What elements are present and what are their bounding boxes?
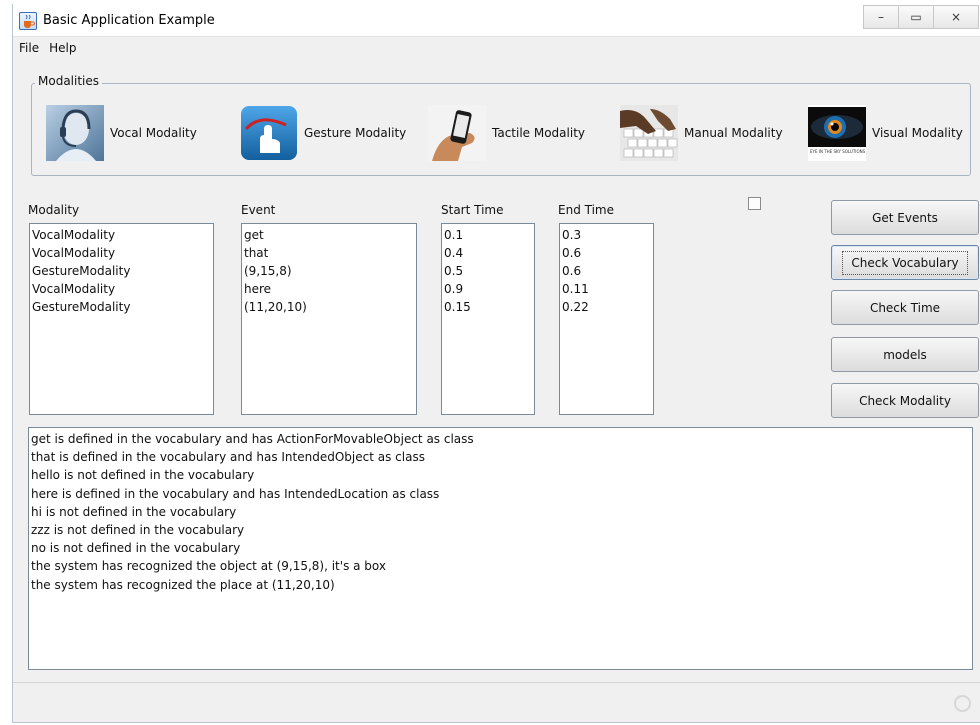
output-line: the system has recognized the place at (… — [31, 577, 335, 592]
start-time-column-header: Start Time — [441, 203, 504, 217]
modality-vocal[interactable]: Vocal Modality — [46, 105, 197, 161]
list-item[interactable]: 0.1 — [444, 226, 532, 244]
start-time-list[interactable]: 0.1 0.4 0.5 0.9 0.15 — [441, 223, 535, 415]
list-item[interactable]: 0.6 — [562, 244, 651, 262]
list-item[interactable]: 0.3 — [562, 226, 651, 244]
list-item[interactable]: VocalModality — [32, 226, 211, 244]
list-item[interactable]: 0.9 — [444, 280, 532, 298]
list-item[interactable]: 0.6 — [562, 262, 651, 280]
list-item[interactable]: VocalModality — [32, 244, 211, 262]
modalities-legend: Modalities — [35, 74, 103, 88]
menu-bar: File Help — [13, 38, 980, 58]
application-window: Basic Application Example – ▭ × File Hel… — [12, 4, 980, 723]
menu-help[interactable]: Help — [49, 41, 76, 55]
output-line: hi is not defined in the vocabulary — [31, 504, 237, 519]
list-item[interactable]: VocalModality — [32, 280, 211, 298]
list-item[interactable]: 0.11 — [562, 280, 651, 298]
list-item[interactable]: get — [244, 226, 414, 244]
touch-hand-icon — [240, 105, 298, 161]
list-item[interactable]: GestureModality — [32, 262, 211, 280]
modality-column-header: Modality — [28, 203, 80, 217]
menu-file[interactable]: File — [19, 41, 39, 55]
option-checkbox[interactable] — [748, 197, 761, 210]
busy-indicator-icon — [954, 695, 971, 712]
list-item[interactable]: 0.4 — [444, 244, 532, 262]
minimize-button[interactable]: – — [863, 5, 899, 29]
list-item[interactable]: 0.22 — [562, 298, 651, 316]
modality-gesture-label: Gesture Modality — [304, 126, 407, 140]
end-time-column-header: End Time — [558, 203, 614, 217]
modality-tactile[interactable]: Tactile Modality — [428, 105, 585, 161]
get-events-label: Get Events — [872, 210, 938, 225]
modality-tactile-label: Tactile Modality — [492, 126, 586, 140]
modality-vocal-label: Vocal Modality — [110, 126, 197, 140]
output-line: no is not defined in the vocabulary — [31, 541, 241, 556]
output-text-area[interactable]: get is defined in the vocabulary and has… — [28, 427, 973, 670]
eye-logo-text: EYE IN THE SKY SOLUTIONS — [810, 149, 866, 154]
end-time-list[interactable]: 0.3 0.6 0.6 0.11 0.22 — [559, 223, 654, 415]
check-vocabulary-button[interactable]: Check Vocabulary — [831, 245, 979, 280]
check-time-label: Check Time — [869, 300, 941, 315]
event-column-header: Event — [241, 203, 276, 217]
modality-manual[interactable]: Manual Modality — [620, 105, 783, 161]
check-vocabulary-label: Check Vocabulary — [842, 250, 968, 275]
models-label: models — [883, 347, 927, 362]
headset-operator-icon — [46, 105, 104, 161]
output-line: get is defined in the vocabulary and has… — [31, 432, 474, 446]
window-title: Basic Application Example — [43, 13, 215, 28]
output-line: hello is not defined in the vocabulary — [31, 468, 255, 483]
check-time-button[interactable]: Check Time — [831, 290, 979, 325]
list-item[interactable]: GestureModality — [32, 298, 211, 316]
list-item[interactable]: (9,15,8) — [244, 262, 414, 280]
modality-visual[interactable]: EYE IN THE SKY SOLUTIONS Visual Modality — [808, 105, 963, 161]
modality-gesture[interactable]: Gesture Modality — [240, 105, 406, 161]
modality-list[interactable]: VocalModality VocalModality GestureModal… — [29, 223, 214, 415]
check-modality-button[interactable]: Check Modality — [831, 383, 979, 418]
event-list[interactable]: get that (9,15,8) here (11,20,10) — [241, 223, 417, 415]
check-modality-label: Check Modality — [859, 393, 951, 408]
models-button[interactable]: models — [831, 337, 979, 372]
output-line: zzz is not defined in the vocabulary — [31, 522, 245, 537]
list-item[interactable]: 0.15 — [444, 298, 532, 316]
maximize-button[interactable]: ▭ — [898, 5, 934, 29]
keyboard-hand-icon — [620, 105, 678, 161]
list-item[interactable]: that — [244, 244, 414, 262]
modality-manual-label: Manual Modality — [684, 126, 783, 140]
status-bar — [13, 682, 980, 722]
title-bar[interactable]: Basic Application Example – ▭ × — [13, 4, 980, 37]
get-events-button[interactable]: Get Events — [831, 200, 979, 235]
output-line: the system has recognized the object at … — [31, 559, 386, 574]
list-item[interactable]: here — [244, 280, 414, 298]
java-cup-icon — [19, 12, 37, 30]
list-item[interactable]: 0.5 — [444, 262, 532, 280]
list-item[interactable]: (11,20,10) — [244, 298, 414, 316]
output-line: that is defined in the vocabulary and ha… — [31, 450, 425, 465]
eye-icon: EYE IN THE SKY SOLUTIONS — [808, 105, 866, 161]
smartphone-hand-icon — [428, 105, 486, 161]
output-line: here is defined in the vocabulary and ha… — [31, 486, 440, 501]
close-button[interactable]: × — [933, 5, 979, 29]
modality-visual-label: Visual Modality — [872, 126, 963, 140]
